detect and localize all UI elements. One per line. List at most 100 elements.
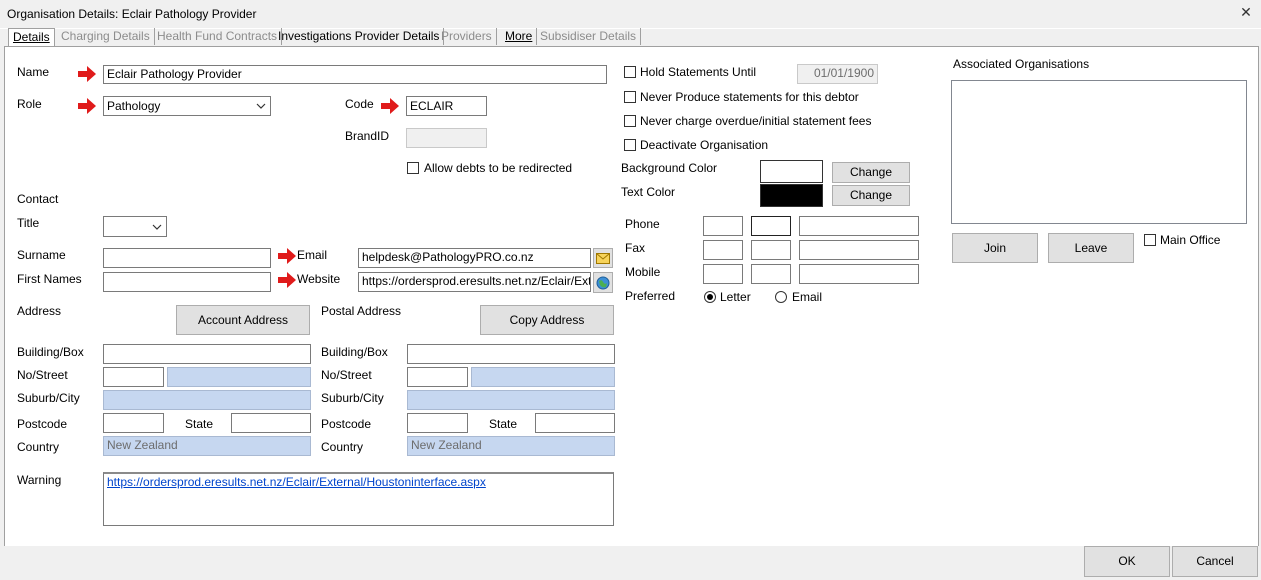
text-color-swatch — [760, 184, 823, 207]
role-label: Role — [17, 97, 42, 111]
fax-label: Fax — [625, 241, 646, 255]
chevron-down-icon — [152, 224, 162, 230]
title-label: Title — [17, 216, 40, 230]
phone-area-input[interactable] — [751, 216, 791, 236]
bg-color-swatch — [760, 160, 823, 183]
role-select[interactable]: Pathology — [103, 96, 271, 116]
preferred-email-label: Email — [792, 290, 823, 304]
country-label: Country — [17, 440, 60, 454]
warning-textarea[interactable]: https://ordersprod.eresults.net.nz/Eclai… — [103, 472, 614, 526]
tab-health-fund-contracts[interactable]: Health Fund Contracts — [153, 28, 283, 45]
bg-color-change-button[interactable]: Change — [832, 162, 910, 183]
phone-label: Phone — [625, 217, 660, 231]
hold-statements-checkbox[interactable] — [624, 66, 636, 78]
address-label: Address — [17, 304, 62, 318]
cancel-button[interactable]: Cancel — [1172, 546, 1258, 577]
building-label: Building/Box — [17, 345, 84, 359]
postal-suburb-label: Suburb/City — [321, 391, 384, 405]
country-input[interactable]: New Zealand — [103, 436, 311, 456]
text-color-label: Text Color — [621, 185, 676, 199]
code-label: Code — [345, 97, 374, 111]
postal-nostreet-label: No/Street — [321, 368, 372, 382]
never-charge-checkbox[interactable] — [624, 115, 636, 127]
never-produce-label: Never Produce statements for this debtor — [640, 90, 859, 104]
name-input[interactable]: Eclair Pathology Provider — [103, 65, 607, 84]
postal-state-input[interactable] — [535, 413, 615, 433]
website-input[interactable]: https://ordersprod.eresults.net.nz/Eclai… — [358, 272, 591, 292]
tab-details[interactable]: Details — [8, 28, 55, 47]
assoc-orgs-list[interactable] — [951, 80, 1247, 224]
tab-more[interactable]: More — [501, 28, 538, 45]
state-label: State — [185, 417, 214, 431]
title-select[interactable] — [103, 216, 167, 237]
phone-number-input[interactable] — [799, 216, 919, 236]
name-label: Name — [17, 65, 50, 79]
preferred-email-radio[interactable] — [775, 291, 787, 303]
tab-investigations-provider-details[interactable]: Investigations Provider Details — [274, 28, 445, 45]
building-input[interactable] — [103, 344, 311, 364]
open-website-button[interactable] — [593, 272, 613, 293]
red-arrow-icon — [278, 248, 296, 264]
send-email-button[interactable] — [593, 248, 613, 268]
role-select-value: Pathology — [107, 99, 161, 113]
street-name-input[interactable] — [167, 367, 311, 387]
street-number-input[interactable] — [103, 367, 164, 387]
mobile-label: Mobile — [625, 265, 661, 279]
never-produce-checkbox[interactable] — [624, 91, 636, 103]
allow-redirect-checkbox[interactable] — [407, 162, 419, 174]
deactivate-checkbox[interactable] — [624, 139, 636, 151]
tab-charging-details[interactable]: Charging Details — [57, 28, 155, 45]
email-label: Email — [297, 248, 328, 262]
mobile-country-input[interactable] — [703, 264, 743, 284]
red-arrow-icon — [78, 98, 96, 114]
warning-label: Warning — [17, 473, 62, 487]
phone-country-input[interactable] — [703, 216, 743, 236]
postal-street-name-input[interactable] — [471, 367, 615, 387]
brandid-input[interactable] — [406, 128, 487, 148]
website-label: Website — [297, 272, 341, 286]
mobile-number-input[interactable] — [799, 264, 919, 284]
postal-suburb-input[interactable] — [407, 390, 615, 410]
fax-area-input[interactable] — [751, 240, 791, 260]
warning-link[interactable]: https://ordersprod.eresults.net.nz/Eclai… — [107, 475, 486, 489]
postcode-input[interactable] — [103, 413, 164, 433]
join-button[interactable]: Join — [952, 233, 1038, 263]
postal-country-label: Country — [321, 440, 364, 454]
email-input[interactable]: helpdesk@PathologyPRO.co.nz — [358, 248, 591, 268]
leave-button[interactable]: Leave — [1048, 233, 1134, 263]
postal-street-number-input[interactable] — [407, 367, 468, 387]
close-icon[interactable]: ✕ — [1237, 3, 1255, 21]
suburb-input[interactable] — [103, 390, 311, 410]
postal-postcode-input[interactable] — [407, 413, 468, 433]
state-input[interactable] — [231, 413, 311, 433]
main-office-checkbox[interactable] — [1144, 234, 1156, 246]
allow-redirect-label: Allow debts to be redirected — [424, 161, 573, 175]
account-address-button[interactable]: Account Address — [176, 305, 310, 335]
chevron-down-icon — [256, 103, 266, 109]
postcode-label: Postcode — [17, 417, 68, 431]
tab-providers[interactable]: Providers — [437, 28, 497, 45]
postal-building-label: Building/Box — [321, 345, 388, 359]
hold-statements-label: Hold Statements Until — [640, 65, 757, 79]
postal-building-input[interactable] — [407, 344, 615, 364]
mobile-area-input[interactable] — [751, 264, 791, 284]
surname-input[interactable] — [103, 248, 271, 268]
postal-country-input[interactable]: New Zealand — [407, 436, 615, 456]
hold-date-input[interactable]: 01/01/1900 — [797, 64, 878, 84]
text-color-change-button[interactable]: Change — [832, 185, 910, 206]
main-office-label: Main Office — [1160, 233, 1221, 247]
ok-button[interactable]: OK — [1084, 546, 1170, 577]
fax-country-input[interactable] — [703, 240, 743, 260]
preferred-label: Preferred — [625, 289, 676, 303]
postal-postcode-label: Postcode — [321, 417, 372, 431]
fax-number-input[interactable] — [799, 240, 919, 260]
brandid-label: BrandID — [345, 129, 390, 143]
title-bar: Organisation Details: Eclair Pathology P… — [0, 0, 1261, 29]
tab-subsidiser-details[interactable]: Subsidiser Details — [536, 28, 642, 45]
copy-address-button[interactable]: Copy Address — [480, 305, 614, 335]
postal-address-label: Postal Address — [321, 304, 402, 318]
code-input[interactable]: ECLAIR — [406, 96, 487, 116]
preferred-letter-radio[interactable] — [704, 291, 716, 303]
suburb-label: Suburb/City — [17, 391, 80, 405]
firstnames-input[interactable] — [103, 272, 271, 292]
